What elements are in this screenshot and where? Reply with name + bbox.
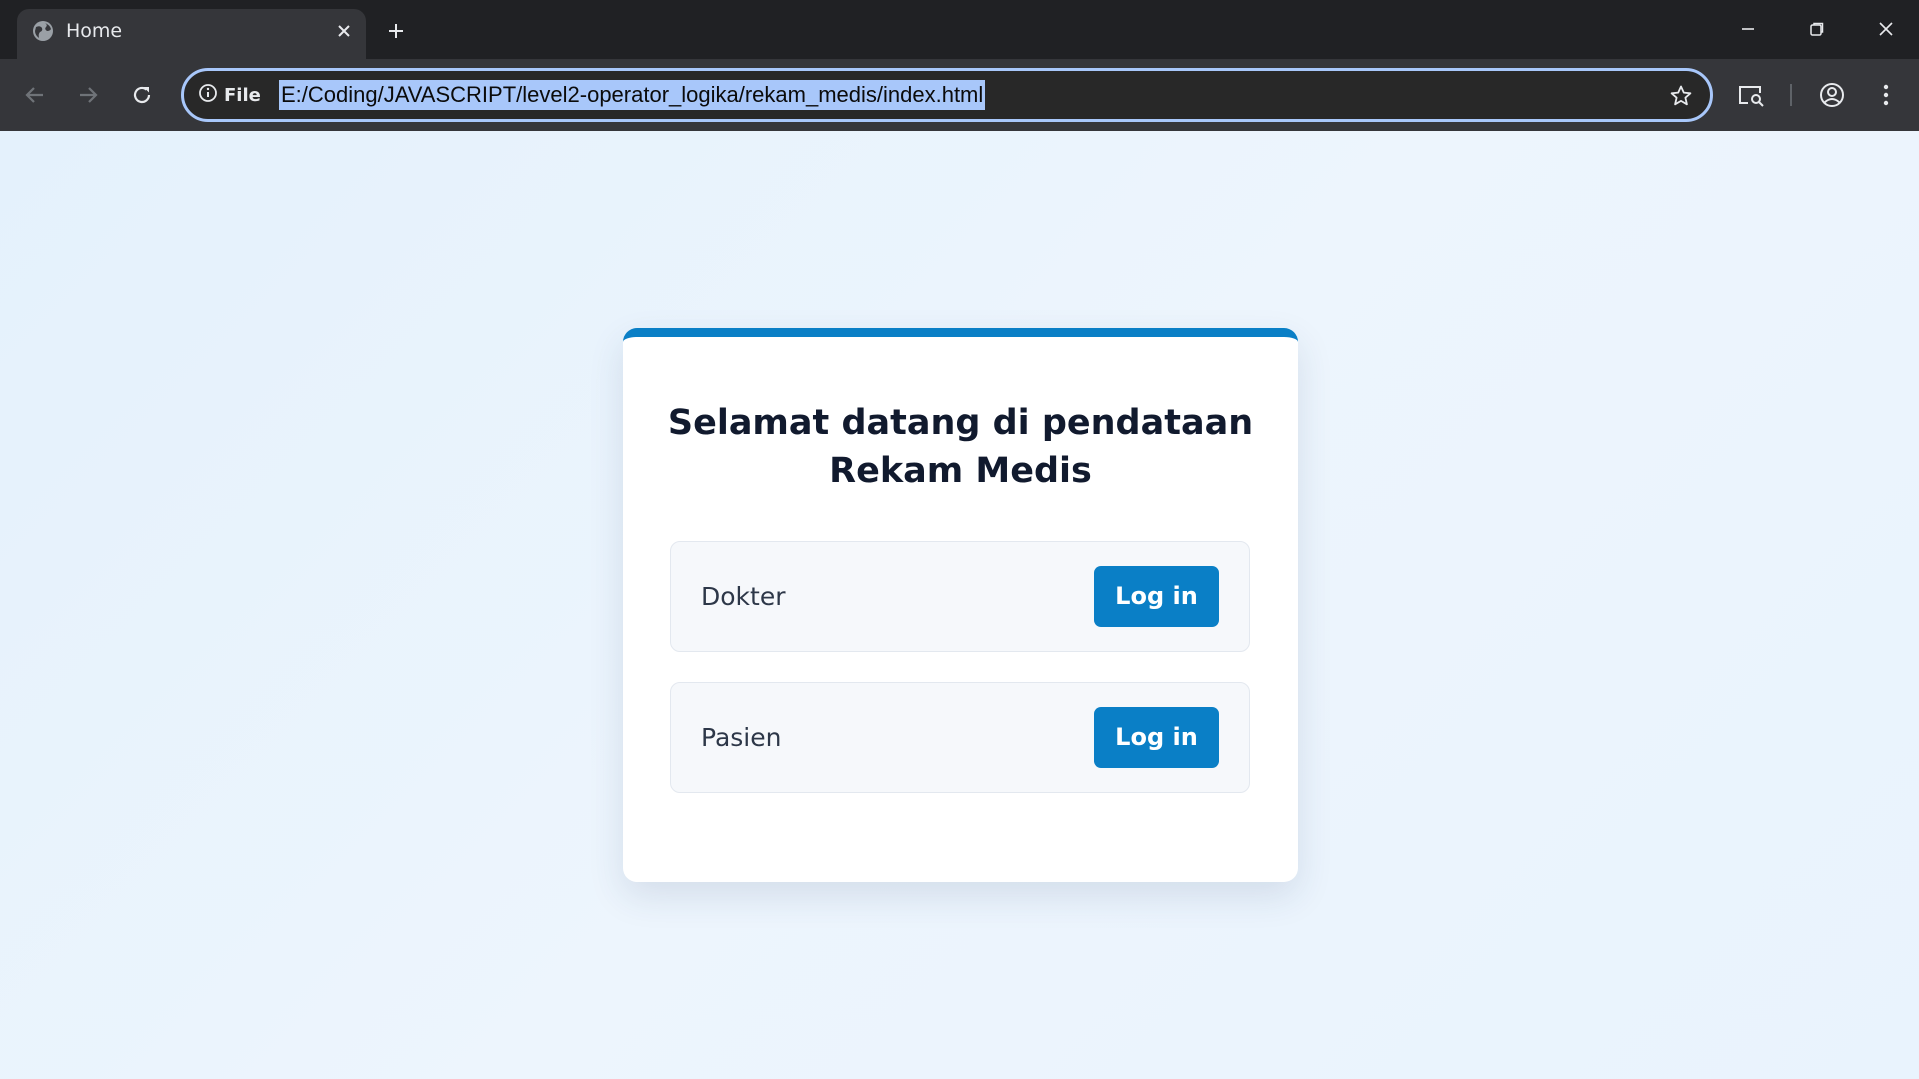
- forward-icon[interactable]: [68, 75, 108, 115]
- toolbar-divider: [1790, 84, 1792, 106]
- restore-icon[interactable]: [1797, 12, 1837, 46]
- role-row-dokter: Dokter Log in: [670, 541, 1250, 652]
- bookmark-star-icon[interactable]: [1666, 81, 1696, 111]
- close-window-icon[interactable]: [1866, 12, 1906, 46]
- profile-icon[interactable]: [1812, 75, 1852, 115]
- role-label: Pasien: [701, 723, 782, 752]
- minimize-icon[interactable]: [1728, 12, 1768, 46]
- role-label: Dokter: [701, 582, 786, 611]
- reload-icon[interactable]: [122, 75, 162, 115]
- page-title: Selamat datang di pendataan Rekam Medis: [667, 403, 1254, 491]
- info-icon: [198, 83, 218, 108]
- login-pasien-button[interactable]: Log in: [1094, 707, 1219, 768]
- browser-toolbar: File E:/Coding/JAVASCRIPT/level2-operato…: [0, 59, 1919, 131]
- back-icon[interactable]: [15, 75, 55, 115]
- tab-strip: Home: [0, 0, 1919, 59]
- new-tab-button[interactable]: [380, 15, 412, 47]
- search-tabs-icon[interactable]: [1731, 75, 1771, 115]
- login-dokter-button[interactable]: Log in: [1094, 566, 1219, 627]
- globe-icon: [31, 19, 55, 43]
- menu-kebab-icon[interactable]: [1866, 75, 1906, 115]
- page-viewport: Selamat datang di pendataan Rekam Medis …: [0, 131, 1919, 1079]
- browser-tab[interactable]: Home: [17, 9, 366, 59]
- close-tab-icon[interactable]: [330, 17, 358, 45]
- tab-title: Home: [66, 20, 123, 42]
- role-row-pasien: Pasien Log in: [670, 682, 1250, 793]
- url-text[interactable]: E:/Coding/JAVASCRIPT/level2-operator_log…: [279, 80, 986, 110]
- site-info-button[interactable]: File: [198, 81, 261, 109]
- address-bar[interactable]: File E:/Coding/JAVASCRIPT/level2-operato…: [181, 68, 1713, 122]
- site-info-label: File: [224, 84, 261, 106]
- welcome-card: Selamat datang di pendataan Rekam Medis …: [623, 328, 1298, 882]
